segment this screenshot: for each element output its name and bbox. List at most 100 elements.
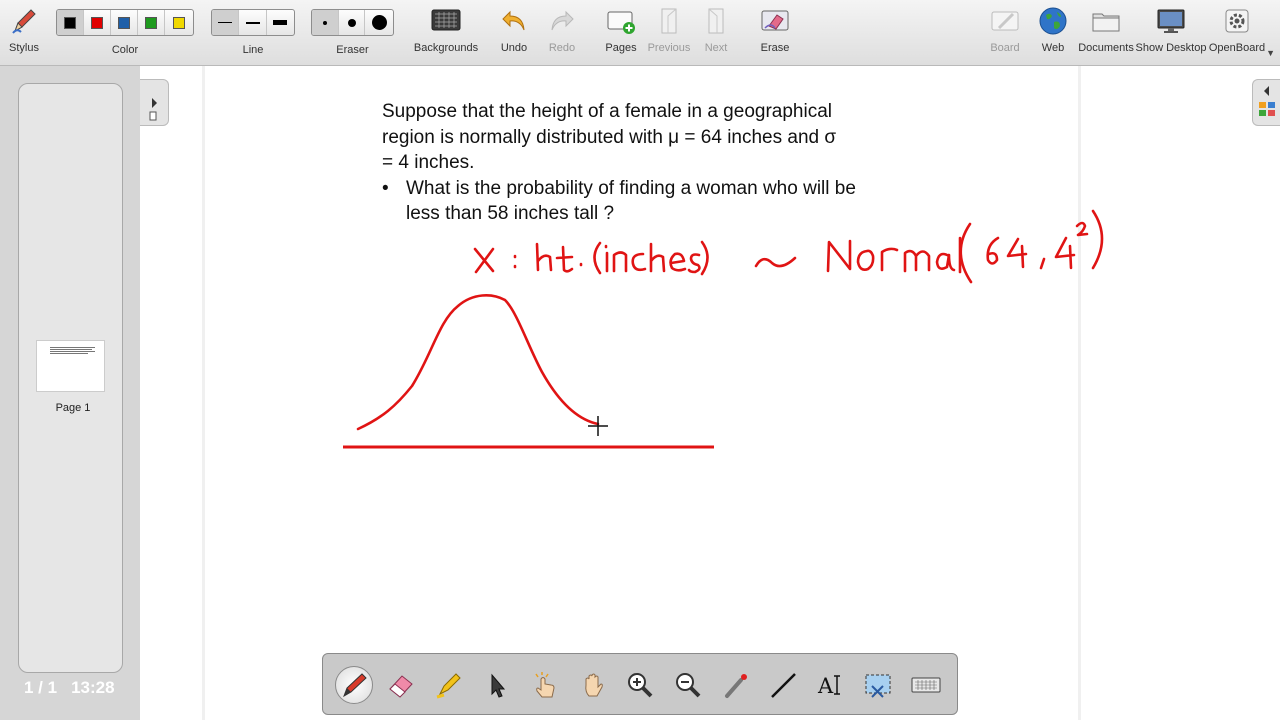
next-label: Next — [704, 42, 728, 54]
text-tool-button[interactable]: A — [812, 666, 850, 704]
line-label: Line — [242, 44, 264, 56]
redo-button[interactable]: Redo — [544, 4, 580, 54]
backgrounds-label: Backgrounds — [413, 42, 479, 54]
show-desktop-label: Show Desktop — [1135, 42, 1207, 54]
stylus-label: Stylus — [9, 42, 39, 54]
eraser-small[interactable] — [312, 10, 339, 35]
zoom-in-tool-button[interactable] — [621, 666, 659, 704]
redo-icon — [545, 4, 579, 38]
library-icon — [1259, 86, 1275, 116]
highlighter-icon — [436, 673, 461, 699]
keyboard-icon — [911, 677, 941, 693]
undo-icon — [497, 4, 531, 38]
folder-icon — [1089, 4, 1123, 38]
capture-icon — [865, 674, 891, 698]
documents-button[interactable]: Documents — [1078, 4, 1134, 54]
color-yellow[interactable] — [165, 10, 193, 35]
pages-button[interactable]: Pages — [603, 4, 639, 54]
eraser-medium[interactable] — [339, 10, 366, 35]
line-thick[interactable] — [267, 10, 294, 35]
highlighter-tool-button[interactable] — [430, 666, 468, 704]
eraser-label: Eraser — [336, 44, 369, 56]
eraser-icon — [389, 675, 413, 698]
hand-tool-button[interactable] — [574, 666, 612, 704]
zoom-out-icon — [676, 673, 701, 698]
color-label: Color — [111, 44, 139, 56]
laser-pointer-tool-button[interactable] — [717, 666, 755, 704]
page-counter: 1 / 1 — [24, 678, 58, 697]
clock: 13:28 — [71, 678, 115, 697]
documents-label: Documents — [1078, 42, 1134, 54]
previous-page-icon — [652, 4, 686, 38]
zoom-out-tool-button[interactable] — [669, 666, 707, 704]
show-desktop-button[interactable]: Show Desktop — [1135, 4, 1207, 54]
page-thumbnail[interactable] — [36, 340, 105, 392]
pen-tool-button[interactable] — [335, 666, 373, 704]
undo-button[interactable]: Undo — [496, 4, 532, 54]
monitor-icon — [1154, 4, 1188, 38]
previous-label: Previous — [647, 42, 691, 54]
globe-icon — [1036, 4, 1070, 38]
page-status: 1 / 1 13:28 — [0, 678, 140, 698]
stylus-palette: A — [322, 653, 958, 715]
gear-icon — [1220, 4, 1254, 38]
pages-pane: Page 1 1 / 1 13:28 — [0, 66, 140, 720]
board-button[interactable]: Board — [987, 4, 1023, 54]
line-tool-button[interactable] — [764, 666, 802, 704]
erase-label: Erase — [760, 42, 790, 54]
previous-button[interactable]: Previous — [646, 4, 692, 54]
arrow-pointer-icon — [491, 673, 506, 698]
redo-label: Redo — [548, 42, 576, 54]
add-page-icon — [604, 4, 638, 38]
handwritten-annotation — [356, 209, 1104, 431]
line-width-picker — [211, 9, 295, 36]
zoom-in-icon — [628, 673, 653, 698]
eraser-large[interactable] — [365, 10, 393, 35]
board-canvas[interactable]: Suppose that the height of a female in a… — [140, 66, 1280, 720]
color-black[interactable] — [57, 10, 84, 35]
pen-icon — [343, 673, 367, 698]
color-green[interactable] — [138, 10, 165, 35]
laser-pointer-icon — [725, 674, 747, 698]
crosshair-cursor-icon — [588, 416, 608, 436]
line-thin[interactable] — [212, 10, 240, 35]
thumbnail-label: Page 1 — [55, 402, 91, 414]
hand-icon — [585, 673, 603, 697]
svg-text:A: A — [817, 674, 834, 698]
board-icon — [988, 4, 1022, 38]
collapse-pages-tab[interactable] — [140, 79, 169, 126]
backgrounds-button[interactable]: Backgrounds — [413, 4, 479, 54]
keyboard-tool-button[interactable] — [907, 666, 945, 704]
color-red[interactable] — [84, 10, 111, 35]
next-page-icon — [699, 4, 733, 38]
collapse-left-icon — [149, 98, 157, 121]
chevron-down-icon[interactable]: ▼ — [1266, 48, 1275, 58]
capture-tool-button[interactable] — [859, 666, 897, 704]
selector-tool-button[interactable] — [478, 666, 516, 704]
library-tab[interactable] — [1252, 79, 1280, 126]
main-toolbar: Stylus Color Line Eraser Backgrounds Und… — [0, 0, 1280, 66]
color-picker — [56, 9, 194, 36]
text-icon: A — [817, 674, 840, 698]
openboard-button[interactable]: OpenBoard — [1208, 4, 1266, 54]
eraser-tool-button[interactable] — [382, 666, 420, 704]
line-icon — [771, 673, 796, 698]
stylus-icon — [7, 4, 41, 38]
interact-tool-button[interactable] — [526, 666, 564, 704]
undo-label: Undo — [500, 42, 528, 54]
color-blue[interactable] — [111, 10, 138, 35]
erase-button[interactable]: Erase — [757, 4, 793, 54]
eraser-size-picker — [311, 9, 394, 36]
next-button[interactable]: Next — [698, 4, 734, 54]
backgrounds-icon — [429, 4, 463, 38]
board-label: Board — [990, 42, 1020, 54]
ink-layer — [343, 209, 1104, 449]
pages-label: Pages — [605, 42, 637, 54]
erase-icon — [758, 4, 792, 38]
stylus-button[interactable]: Stylus — [6, 4, 42, 54]
web-button[interactable]: Web — [1035, 4, 1071, 54]
openboard-label: OpenBoard — [1208, 42, 1266, 54]
line-medium[interactable] — [239, 10, 267, 35]
web-label: Web — [1041, 42, 1065, 54]
pointing-hand-icon — [535, 672, 555, 698]
